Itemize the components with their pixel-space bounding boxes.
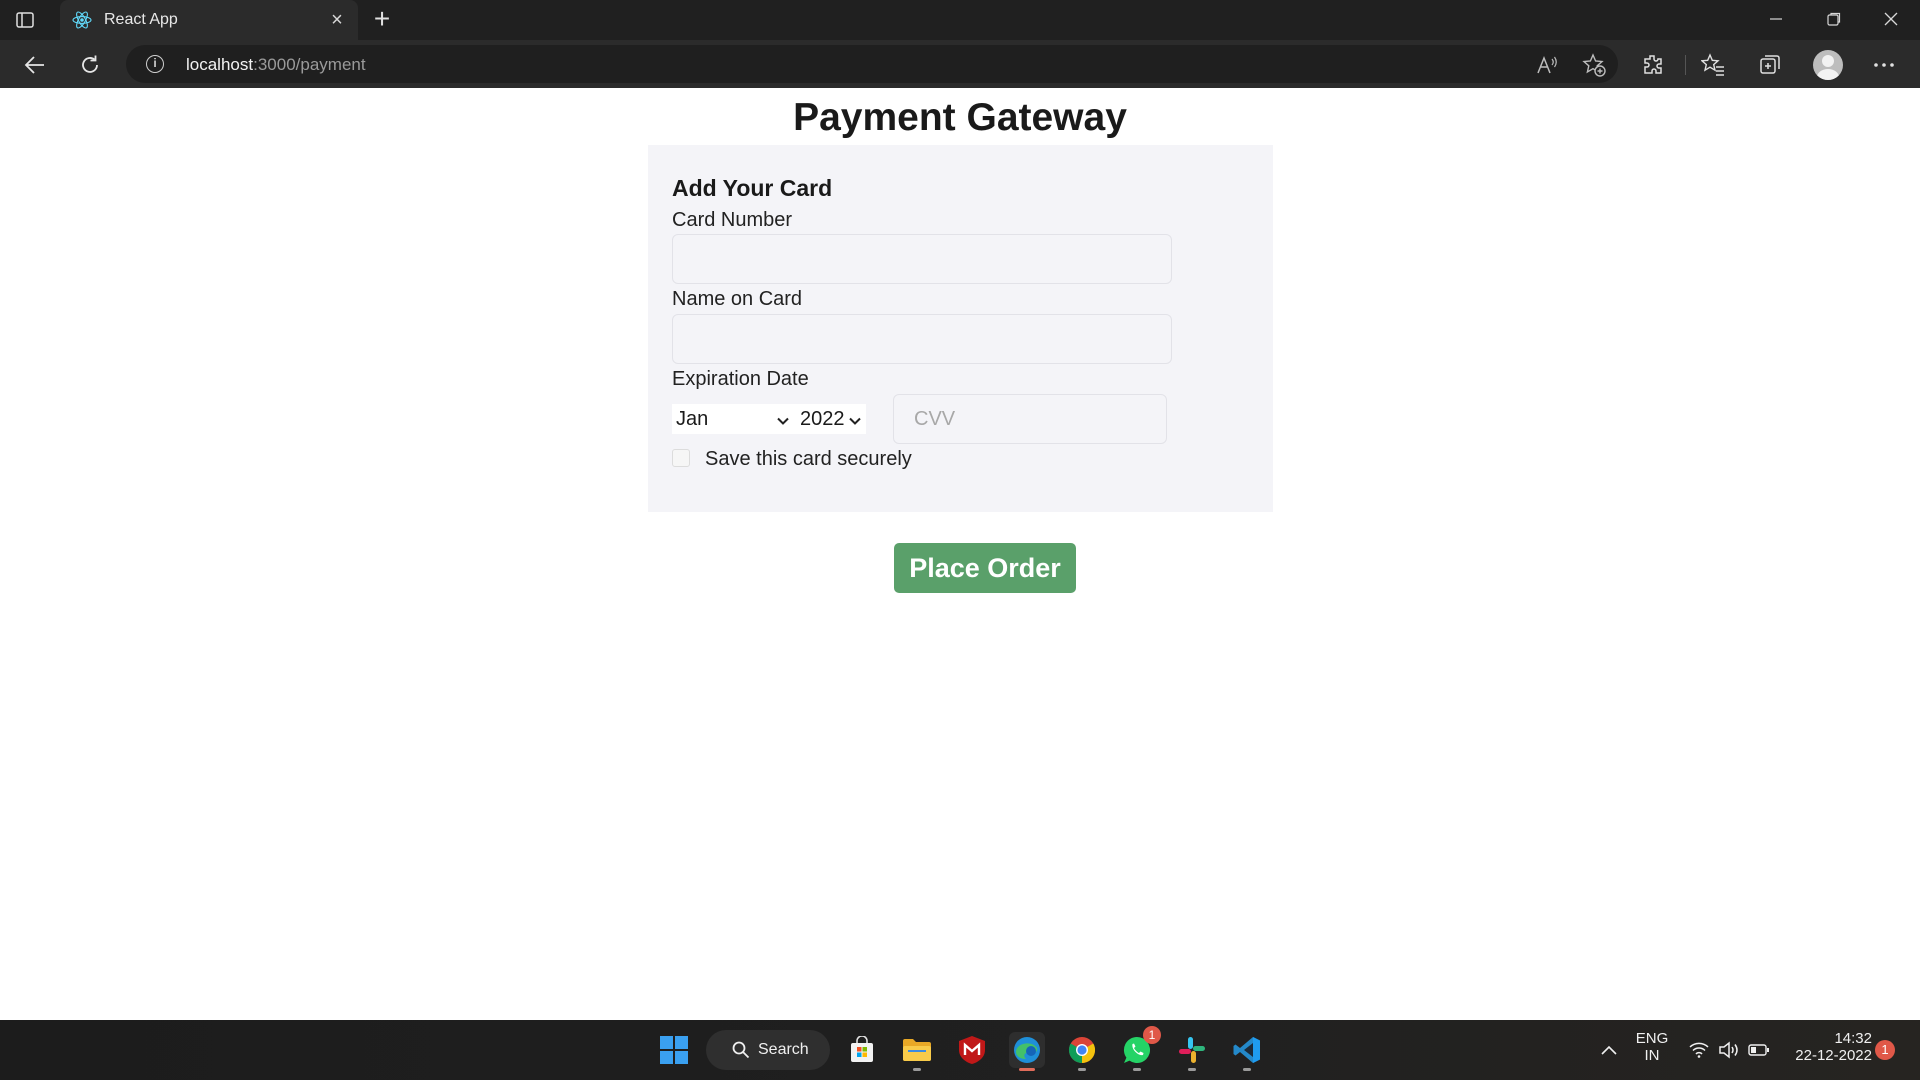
react-logo-icon <box>72 10 92 30</box>
name-on-card-label: Name on Card <box>672 288 803 310</box>
toolbar-divider <box>1685 55 1686 75</box>
clock-time: 14:32 <box>1834 1030 1872 1047</box>
browser-tab[interactable]: React App × <box>60 0 358 40</box>
file-explorer-icon[interactable] <box>899 1032 935 1071</box>
browser-toolbar: i localhost:3000/payment <box>0 40 1920 88</box>
expiration-date-label: Expiration Date <box>672 368 809 390</box>
running-indicator <box>1243 1068 1251 1071</box>
card-number-label: Card Number <box>672 209 793 231</box>
whatsapp-icon[interactable]: 1 <box>1119 1026 1161 1071</box>
year-select-value: 2022 <box>800 408 845 430</box>
url-path: :3000/payment <box>253 55 366 74</box>
volume-icon[interactable] <box>1718 1040 1740 1060</box>
notification-badge[interactable]: 1 <box>1875 1040 1895 1060</box>
address-bar[interactable]: i localhost:3000/payment <box>126 45 1618 83</box>
site-info-icon[interactable]: i <box>146 55 164 73</box>
search-label: Search <box>758 1041 809 1058</box>
running-indicator <box>1188 1068 1196 1071</box>
collections-icon[interactable] <box>1757 52 1783 78</box>
browser-tab-bar: React App × + <box>0 0 1920 40</box>
card-number-input[interactable] <box>672 234 1172 284</box>
page-title: Payment Gateway <box>793 96 1127 139</box>
whatsapp-badge: 1 <box>1143 1026 1161 1044</box>
favorites-icon[interactable] <box>1700 52 1726 78</box>
clock-date: 22-12-2022 <box>1795 1047 1872 1064</box>
month-select[interactable]: Jan <box>672 404 796 434</box>
vscode-icon[interactable] <box>1229 1032 1265 1071</box>
save-card-checkbox[interactable] <box>672 449 690 467</box>
more-options-icon[interactable] <box>1871 52 1897 78</box>
cvv-placeholder: CVV <box>914 408 956 430</box>
taskbar-search[interactable]: Search <box>706 1030 830 1070</box>
back-arrow-icon[interactable] <box>20 50 50 80</box>
cvv-input[interactable]: CVV <box>893 394 1167 444</box>
extensions-icon[interactable] <box>1640 52 1666 78</box>
running-indicator <box>1078 1068 1086 1071</box>
windows-taskbar: Search 1 ENG IN 14:32 22-12-2022 <box>0 1020 1920 1080</box>
chevron-down-icon <box>848 411 862 425</box>
year-select[interactable]: 2022 <box>796 404 866 434</box>
chrome-icon[interactable] <box>1064 1032 1100 1071</box>
language-indicator[interactable]: ENG IN <box>1630 1030 1674 1064</box>
restore-window-icon[interactable] <box>1814 6 1854 34</box>
battery-icon[interactable] <box>1748 1040 1770 1060</box>
refresh-icon[interactable] <box>75 50 105 80</box>
tab-title: React App <box>104 11 178 28</box>
url-host: localhost <box>186 55 254 74</box>
add-card-panel: Add Your Card Card Number Name on Card E… <box>648 145 1273 512</box>
chevron-up-icon[interactable] <box>1598 1040 1620 1060</box>
profile-avatar[interactable] <box>1813 50 1843 80</box>
mcafee-icon[interactable] <box>954 1032 990 1068</box>
minimize-window-icon[interactable] <box>1756 6 1796 34</box>
running-indicator <box>1133 1068 1141 1071</box>
new-tab-button[interactable]: + <box>368 5 396 34</box>
close-tab-icon[interactable]: × <box>326 9 348 31</box>
microsoft-store-icon[interactable] <box>844 1032 880 1068</box>
search-icon <box>732 1041 750 1059</box>
slack-icon[interactable] <box>1174 1032 1210 1071</box>
language-line-1: ENG <box>1635 1030 1669 1047</box>
close-window-icon[interactable] <box>1871 6 1911 34</box>
add-favorite-icon[interactable] <box>1582 53 1606 77</box>
wifi-icon[interactable] <box>1688 1040 1710 1060</box>
save-card-label[interactable]: Save this card securely <box>705 448 912 471</box>
running-indicator <box>1019 1068 1035 1071</box>
url-text: localhost:3000/payment <box>186 55 366 75</box>
name-on-card-input[interactable] <box>672 314 1172 364</box>
month-select-value: Jan <box>676 408 709 430</box>
chevron-down-icon <box>776 411 790 425</box>
edge-icon[interactable] <box>1009 1032 1045 1071</box>
place-order-button[interactable]: Place Order <box>894 543 1076 593</box>
windows-start-icon[interactable] <box>656 1032 692 1068</box>
tab-actions-icon[interactable] <box>14 9 36 31</box>
clock[interactable]: 14:32 22-12-2022 <box>1782 1030 1872 1064</box>
language-line-2: IN <box>1644 1047 1660 1064</box>
running-indicator <box>913 1068 921 1071</box>
panel-heading: Add Your Card <box>672 175 833 201</box>
read-aloud-icon[interactable] <box>1535 53 1559 77</box>
